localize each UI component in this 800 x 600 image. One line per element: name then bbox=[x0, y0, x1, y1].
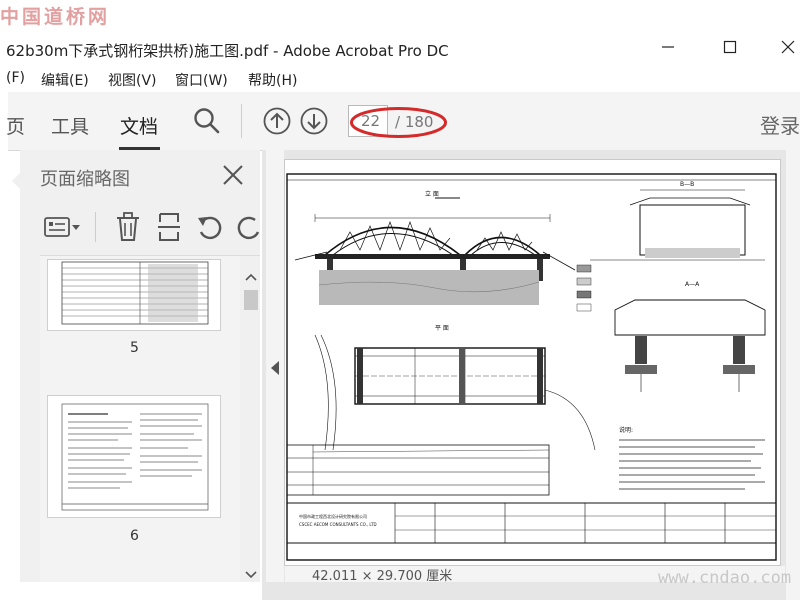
close-window-button[interactable] bbox=[770, 34, 800, 60]
table-page-preview bbox=[61, 261, 209, 325]
close-icon bbox=[223, 165, 243, 185]
menu-view[interactable]: 视图(V) bbox=[108, 70, 157, 90]
scrollbar-thumb[interactable] bbox=[244, 290, 258, 310]
maximize-icon bbox=[723, 40, 737, 54]
drawing-title-section-a: A—A bbox=[685, 281, 700, 288]
tab-document[interactable]: 文档 bbox=[120, 112, 158, 139]
trash-icon bbox=[117, 212, 139, 241]
rotate-left-button[interactable] bbox=[196, 214, 224, 246]
rotate-right-icon bbox=[237, 216, 259, 240]
panel-pointer-arrow bbox=[12, 172, 21, 190]
company-name-en: CSCEC AECOM CONSULTANTS CO., LTD bbox=[299, 522, 377, 527]
search-icon bbox=[194, 108, 220, 134]
drawing-notes-title: 说明: bbox=[619, 426, 633, 434]
extract-pages-icon bbox=[158, 213, 180, 241]
maximize-button[interactable] bbox=[712, 34, 748, 60]
minimize-button[interactable] bbox=[650, 34, 686, 60]
bridge-drawing: 立 面 平 面 B—B A—A 说明: 中国市政工程西北设计研究院有限公司 CS… bbox=[286, 173, 777, 561]
menu-edit[interactable]: 编辑(E) bbox=[41, 70, 89, 90]
chevron-up-icon bbox=[245, 273, 257, 281]
menu-file[interactable]: (F) bbox=[6, 70, 25, 86]
close-icon bbox=[781, 40, 795, 54]
collapse-panel-button[interactable] bbox=[271, 360, 279, 379]
minimize-icon bbox=[662, 46, 674, 48]
tab-home[interactable]: 页 bbox=[6, 112, 25, 139]
next-page-button[interactable] bbox=[299, 106, 329, 140]
drawing-title-plan: 平 面 bbox=[435, 325, 449, 332]
drawing-title-elevation: 立 面 bbox=[425, 190, 439, 198]
menu-help[interactable]: 帮助(H) bbox=[248, 70, 297, 90]
close-panel-button[interactable] bbox=[222, 164, 244, 190]
drawing-title-section-b: B—B bbox=[680, 181, 694, 188]
right-vertical-scrollbar[interactable] bbox=[786, 150, 800, 600]
thumbnail-page-6[interactable] bbox=[48, 396, 220, 517]
menu-window[interactable]: 窗口(W) bbox=[175, 70, 228, 90]
page-size-status: 42.011 × 29.700 厘米 bbox=[312, 569, 453, 584]
scroll-down-button[interactable] bbox=[245, 565, 257, 584]
arrow-down-circle-icon bbox=[300, 107, 328, 135]
panel-toolbar-separator bbox=[95, 212, 96, 242]
rotate-left-icon bbox=[198, 216, 222, 240]
panel-title: 页面缩略图 bbox=[40, 169, 130, 190]
sign-in-link[interactable]: 登录 bbox=[760, 110, 800, 139]
thumbnail-page-5[interactable] bbox=[48, 260, 220, 330]
company-name-cn: 中国市政工程西北设计研究院有限公司 bbox=[299, 513, 367, 519]
thumbnail-options-button[interactable] bbox=[44, 216, 82, 242]
thumbnail-list[interactable]: 5 6 bbox=[40, 256, 240, 582]
tab-tools[interactable]: 工具 bbox=[51, 112, 89, 139]
delete-pages-button[interactable] bbox=[115, 212, 141, 246]
red-highlight-oval bbox=[350, 107, 447, 138]
previous-page-button[interactable] bbox=[262, 106, 292, 140]
thumbnail-label: 5 bbox=[130, 340, 139, 356]
rotate-right-button[interactable] bbox=[237, 214, 259, 242]
list-options-icon bbox=[44, 217, 80, 237]
triangle-left-icon bbox=[271, 361, 279, 375]
pdf-page[interactable]: 立 面 平 面 B—B A—A 说明: 中国市政工程西北设计研究院有限公司 CS… bbox=[285, 160, 780, 565]
chevron-down-icon bbox=[245, 571, 257, 579]
extract-pages-button[interactable] bbox=[156, 212, 182, 246]
scroll-up-button[interactable] bbox=[245, 267, 257, 286]
toolbar-separator bbox=[241, 104, 242, 138]
watermark-logo-text: 中国道桥网 bbox=[0, 6, 111, 28]
text-page-preview bbox=[61, 403, 209, 511]
search-button[interactable] bbox=[193, 107, 221, 139]
thumbnail-label: 6 bbox=[130, 528, 139, 544]
watermark-url: www.cndao.com bbox=[658, 568, 792, 588]
arrow-up-circle-icon bbox=[263, 107, 291, 135]
window-title: 62b30m下承式钢桁架拱桥)施工图.pdf - Adobe Acrobat P… bbox=[6, 42, 449, 60]
